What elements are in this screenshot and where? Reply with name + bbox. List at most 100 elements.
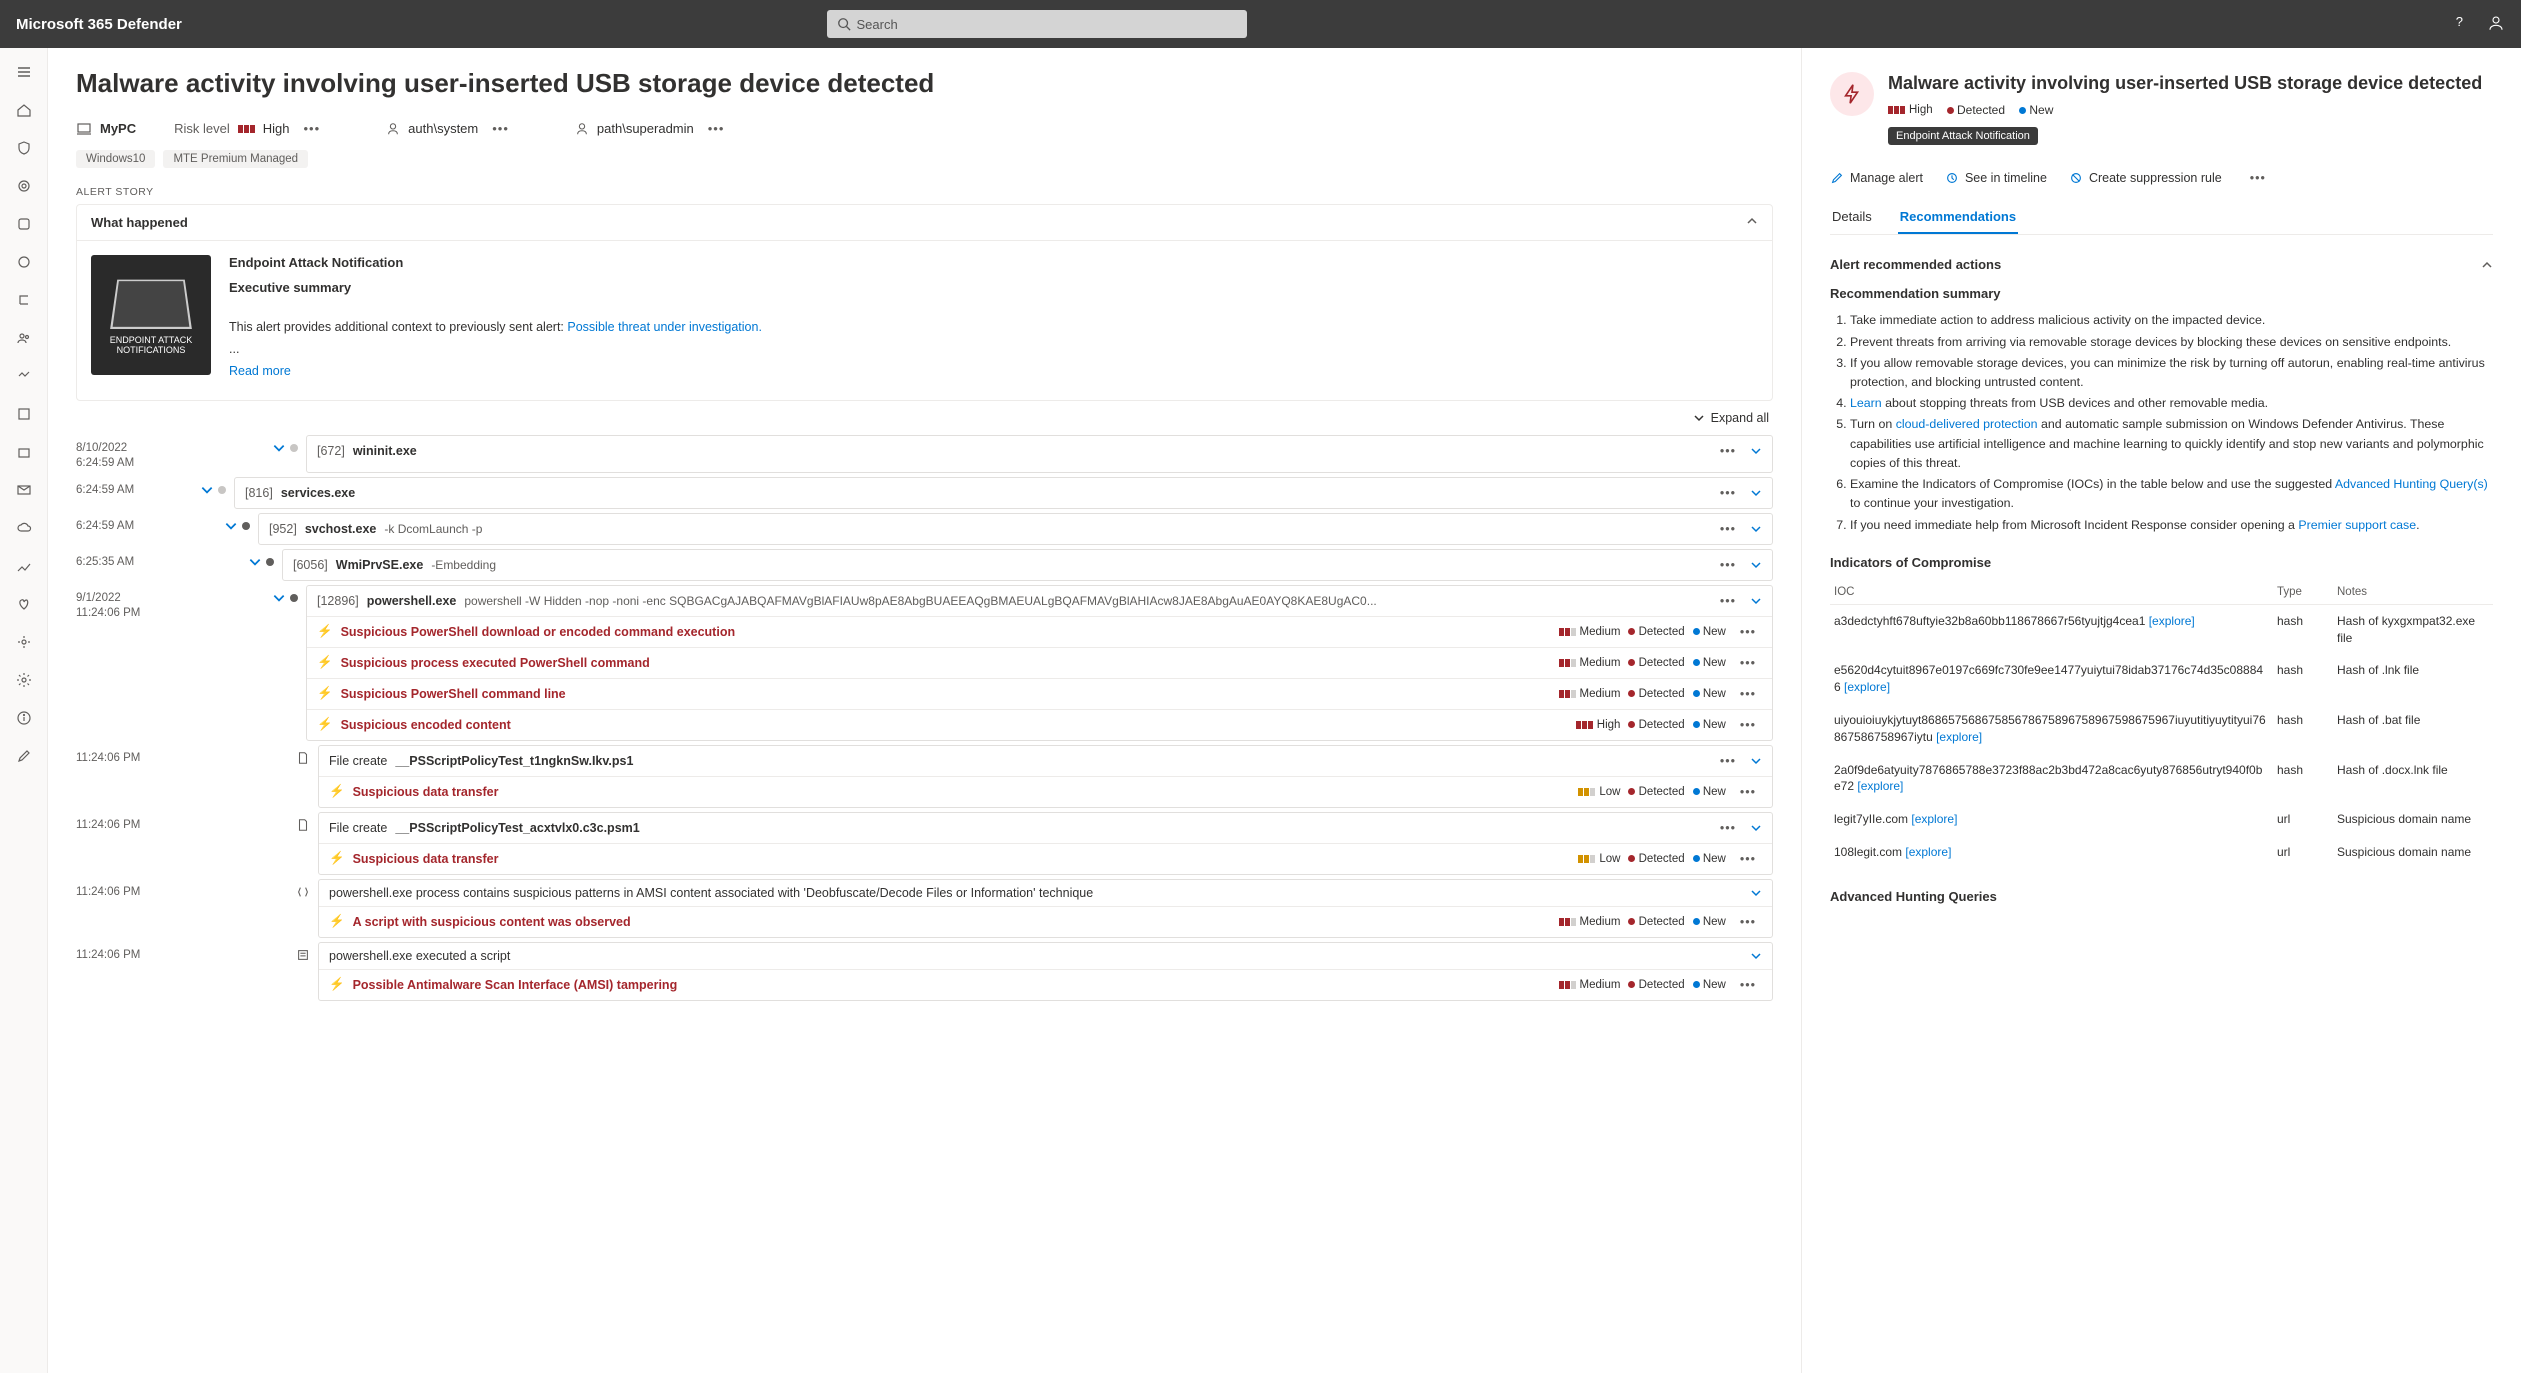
read-more-link[interactable]: Read more [229, 364, 291, 378]
row-more[interactable]: ••• [1714, 752, 1742, 770]
alert-row[interactable]: ⚡ Suspicious PowerShell download or enco… [307, 616, 1772, 647]
user-icon [575, 122, 589, 136]
event-header[interactable]: File create __PSScriptPolicyTest_t1ngknS… [319, 746, 1772, 776]
heart-icon[interactable] [8, 588, 40, 620]
create-suppression-button[interactable]: Create suppression rule [2069, 171, 2222, 185]
prev-alert-link[interactable]: Possible threat under investigation. [567, 320, 762, 334]
tree-node-icon [218, 486, 226, 494]
panel-more[interactable]: ••• [2244, 169, 2272, 187]
explore-link[interactable]: [explore] [2149, 614, 2195, 628]
chevron-down-icon[interactable] [1750, 487, 1762, 499]
hamburger-icon[interactable] [8, 56, 40, 88]
ean-tag: Endpoint Attack Notification [1888, 127, 2038, 145]
row-more[interactable]: ••• [1734, 716, 1762, 734]
event-header[interactable]: powershell.exe executed a script [319, 943, 1772, 969]
chevron-down-icon[interactable] [1750, 595, 1762, 607]
alert-row[interactable]: ⚡ Suspicious data transfer Low Detected … [319, 776, 1772, 807]
chevron-down-icon[interactable] [248, 555, 262, 569]
explore-link[interactable]: [explore] [1857, 779, 1903, 793]
alert-row[interactable]: ⚡ A script with suspicious content was o… [319, 906, 1772, 937]
process-row: 6:24:59 AM [952] svchost.exe -k DcomLaun… [76, 513, 1773, 549]
row-more[interactable]: ••• [1734, 850, 1762, 868]
see-timeline-button[interactable]: See in timeline [1945, 171, 2047, 185]
chevron-down-icon[interactable] [272, 591, 286, 605]
rec-link[interactable]: cloud-delivered protection [1896, 417, 2038, 431]
chevron-down-icon[interactable] [1750, 559, 1762, 571]
gear-icon[interactable] [8, 664, 40, 696]
explore-link[interactable]: [explore] [1936, 730, 1982, 744]
nav-icon-11[interactable] [8, 436, 40, 468]
alert-row[interactable]: ⚡ Suspicious process executed PowerShell… [307, 647, 1772, 678]
tab-details[interactable]: Details [1830, 201, 1874, 234]
row-more[interactable]: ••• [1714, 484, 1742, 502]
shield-icon[interactable] [8, 132, 40, 164]
cloud-icon[interactable] [8, 512, 40, 544]
nav-icon-9[interactable] [8, 360, 40, 392]
nav-icon-6[interactable] [8, 246, 40, 278]
account-icon[interactable] [2487, 14, 2505, 35]
ioc-heading: Indicators of Compromise [1830, 555, 2493, 570]
user1-more[interactable]: ••• [486, 119, 515, 138]
alert-row[interactable]: ⚡ Suspicious PowerShell command line Med… [307, 678, 1772, 709]
row-more[interactable]: ••• [1714, 520, 1742, 538]
process-header[interactable]: [816] services.exe ••• [235, 478, 1772, 508]
chevron-down-icon[interactable] [1750, 523, 1762, 535]
mail-icon[interactable] [8, 474, 40, 506]
event-header[interactable]: powershell.exe process contains suspicio… [319, 880, 1772, 906]
chevron-down-icon[interactable] [272, 441, 286, 455]
chevron-down-icon[interactable] [1750, 755, 1762, 767]
chart-icon[interactable] [8, 550, 40, 582]
tab-recommendations[interactable]: Recommendations [1898, 201, 2018, 234]
nav-icon-16[interactable] [8, 626, 40, 658]
row-more[interactable]: ••• [1714, 592, 1742, 610]
rec-link[interactable]: Learn [1850, 396, 1882, 410]
row-more[interactable]: ••• [1714, 819, 1742, 837]
collapse-icon[interactable] [1746, 215, 1758, 230]
process-header[interactable]: [12896] powershell.exe powershell -W Hid… [307, 586, 1772, 616]
device-more[interactable]: ••• [298, 119, 327, 138]
alert-row[interactable]: ⚡ Suspicious encoded content High Detect… [307, 709, 1772, 740]
edit-icon[interactable] [8, 740, 40, 772]
user1-chip[interactable]: auth\system ••• [386, 119, 515, 138]
user2-chip[interactable]: path\superadmin ••• [575, 119, 731, 138]
process-header[interactable]: [6056] WmiPrvSE.exe -Embedding ••• [283, 550, 1772, 580]
nav-icon-5[interactable] [8, 208, 40, 240]
nav-icon-4[interactable] [8, 170, 40, 202]
process-header[interactable]: [952] svchost.exe -k DcomLaunch -p ••• [259, 514, 1772, 544]
event-header[interactable]: File create __PSScriptPolicyTest_acxtvlx… [319, 813, 1772, 843]
user2-more[interactable]: ••• [702, 119, 731, 138]
manage-alert-button[interactable]: Manage alert [1830, 171, 1923, 185]
alert-row[interactable]: ⚡ Suspicious data transfer Low Detected … [319, 843, 1772, 874]
chevron-down-icon[interactable] [224, 519, 238, 533]
row-more[interactable]: ••• [1734, 783, 1762, 801]
chevron-down-icon[interactable] [1750, 445, 1762, 457]
home-icon[interactable] [8, 94, 40, 126]
global-search[interactable]: Search [827, 10, 1247, 38]
row-more[interactable]: ••• [1734, 623, 1762, 641]
explore-link[interactable]: [explore] [1844, 680, 1890, 694]
chevron-down-icon[interactable] [1750, 887, 1762, 899]
rec-link[interactable]: Premier support case [2298, 518, 2416, 532]
row-more[interactable]: ••• [1734, 913, 1762, 931]
chevron-down-icon[interactable] [1750, 950, 1762, 962]
explore-link[interactable]: [explore] [1911, 812, 1957, 826]
chevron-down-icon[interactable] [200, 483, 214, 497]
chevron-down-icon[interactable] [1750, 822, 1762, 834]
row-more[interactable]: ••• [1734, 976, 1762, 994]
process-header[interactable]: [672] wininit.exe ••• [307, 436, 1772, 466]
row-more[interactable]: ••• [1734, 685, 1762, 703]
device-chip[interactable]: MyPC Risk level High ••• [76, 119, 326, 138]
nav-icon-7[interactable] [8, 284, 40, 316]
row-more[interactable]: ••• [1714, 556, 1742, 574]
info-icon[interactable] [8, 702, 40, 734]
people-icon[interactable] [8, 322, 40, 354]
explore-link[interactable]: [explore] [1905, 845, 1951, 859]
row-more[interactable]: ••• [1734, 654, 1762, 672]
alert-rec-actions-heading[interactable]: Alert recommended actions [1830, 249, 2493, 280]
help-icon[interactable]: ? [2456, 14, 2463, 35]
alert-row[interactable]: ⚡ Possible Antimalware Scan Interface (A… [319, 969, 1772, 1000]
nav-icon-10[interactable] [8, 398, 40, 430]
expand-all-button[interactable]: Expand all [1693, 411, 1769, 425]
rec-link[interactable]: Advanced Hunting Query(s) [2335, 477, 2488, 491]
row-more[interactable]: ••• [1714, 442, 1742, 460]
